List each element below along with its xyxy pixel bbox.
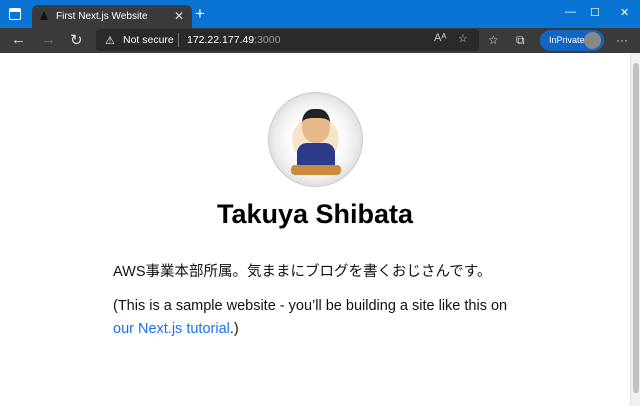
new-tab-button[interactable]: + <box>195 4 205 24</box>
scrollbar[interactable] <box>630 53 640 406</box>
maximize-button[interactable]: ☐ <box>590 6 600 19</box>
minimize-button[interactable]: — <box>565 6 576 18</box>
url-host: 172.22.177.49 <box>187 34 255 46</box>
url-text[interactable]: 172.22.177.49:3000 <box>187 34 280 46</box>
tab-title: First Next.js Website <box>56 11 148 22</box>
inprivate-label: InPrivate <box>549 35 585 45</box>
tab-active[interactable]: First Next.js Website ✕ <box>32 5 192 28</box>
note-text: (This is a sample website - you’ll be bu… <box>113 295 513 341</box>
collections-icon[interactable]: ⧉ <box>516 33 525 48</box>
note-after: .) <box>229 321 239 337</box>
page-title: Takuya Shibata <box>216 199 414 229</box>
divider <box>178 33 179 47</box>
add-favorite-icon[interactable]: ☆ <box>458 32 468 45</box>
inprivate-button[interactable]: InPrivate <box>540 30 604 51</box>
url-port: :3000 <box>254 34 281 46</box>
tutorial-link[interactable]: our Next.js tutorial <box>113 321 230 337</box>
close-tab-icon[interactable]: ✕ <box>174 9 184 23</box>
avatar-legs <box>291 165 341 175</box>
favicon-icon <box>40 11 48 20</box>
tab-actions-icon[interactable] <box>9 8 21 20</box>
address-bar[interactable]: ⚠ Not secure 172.22.177.49:3000 Aᴬ ☆ <box>96 29 479 51</box>
more-menu-icon[interactable]: ··· <box>616 33 628 47</box>
favorites-icon[interactable]: ☆ <box>488 33 499 47</box>
close-window-button[interactable]: ✕ <box>620 6 629 19</box>
security-label[interactable]: Not secure <box>123 34 174 46</box>
toolbar: ← → ↻ ⚠ Not secure 172.22.177.49:3000 Aᴬ… <box>0 28 640 53</box>
warning-icon: ⚠ <box>105 35 115 47</box>
bio-text: AWS事業本部所属。気ままにブログを書くおじさんです。 <box>113 264 492 280</box>
tab-strip: First Next.js Website ✕ + — ☐ ✕ <box>0 0 640 28</box>
back-button[interactable]: ← <box>11 31 26 48</box>
note-before: (This is a sample website - you’ll be bu… <box>113 298 508 314</box>
avatar-face <box>302 109 330 143</box>
profile-avatar <box>584 32 601 49</box>
forward-button[interactable]: → <box>41 31 56 48</box>
scrollbar-thumb[interactable] <box>633 63 639 393</box>
refresh-button[interactable]: ↻ <box>70 31 83 49</box>
read-aloud-icon[interactable]: Aᴬ <box>434 32 446 44</box>
profile-image <box>268 92 363 187</box>
page-content: Takuya Shibata AWS事業本部所属。気ままにブログを書くおじさんで… <box>0 53 630 406</box>
